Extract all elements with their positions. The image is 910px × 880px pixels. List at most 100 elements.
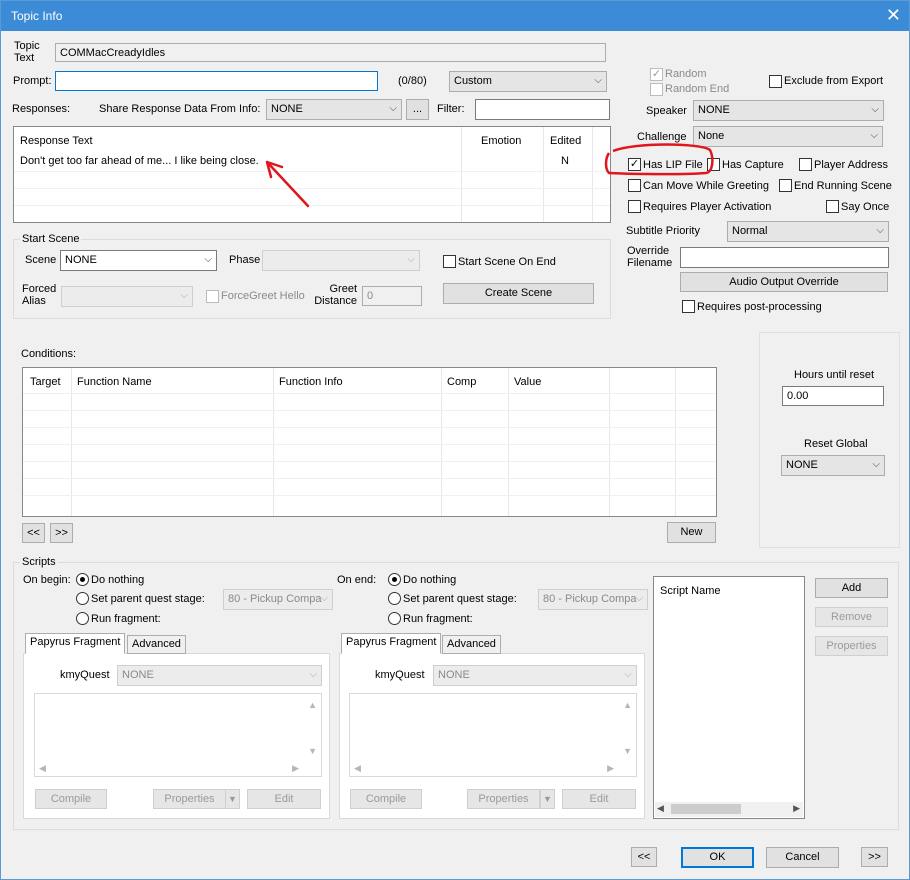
chevron-down-icon[interactable]: ▼ (540, 789, 555, 809)
script-list-scrollbar[interactable]: ◀ ▶ (655, 802, 803, 817)
cancel-button[interactable]: Cancel (766, 847, 839, 868)
end-tab-papyrus-fragment[interactable]: Papyrus Fragment (341, 633, 442, 654)
end-kmyquest-dropdown[interactable]: NONE ⌵ (433, 665, 637, 686)
conditions-new-button[interactable]: New (667, 522, 716, 543)
topic-text-field[interactable]: COMMacCreadyIdles (55, 43, 606, 62)
share-response-dropdown[interactable]: NONE ⌵ (266, 99, 402, 120)
responses-list[interactable]: Response Text Emotion Edited Don't get t… (13, 126, 611, 223)
random-end-checkbox[interactable] (650, 83, 663, 96)
scroll-up-icon[interactable]: ▲ (308, 700, 317, 710)
begin-tab-advanced[interactable]: Advanced (127, 635, 186, 654)
prompt-mode-dropdown[interactable]: Custom ⌵ (449, 71, 607, 92)
scroll-left-icon[interactable]: ◀ (354, 763, 361, 774)
chevron-down-icon: ⌵ (204, 254, 212, 265)
script-add-button[interactable]: Add (815, 578, 888, 598)
function-info-header[interactable]: Function Info (279, 376, 343, 389)
scroll-right-icon[interactable]: ▶ (793, 803, 800, 814)
comp-header[interactable]: Comp (447, 376, 476, 389)
begin-compile-button[interactable]: Compile (35, 789, 107, 809)
phase-dropdown[interactable]: ⌵ (262, 250, 420, 271)
edited-header[interactable]: Edited (550, 135, 581, 148)
close-icon[interactable]: ✕ (886, 5, 901, 25)
speaker-dropdown[interactable]: NONE ⌵ (693, 100, 884, 121)
end-running-scene-checkbox[interactable] (779, 179, 792, 192)
conditions-prev-button[interactable]: << (22, 523, 45, 543)
scroll-right-icon[interactable]: ▶ (292, 763, 299, 774)
scrollbar-thumb[interactable] (671, 804, 741, 814)
forced-alias-dropdown[interactable]: ⌵ (61, 286, 193, 307)
has-capture-checkbox[interactable] (707, 158, 720, 171)
scroll-left-icon[interactable]: ◀ (657, 803, 664, 814)
on-begin-do-nothing-radio[interactable] (76, 573, 89, 586)
scroll-down-icon[interactable]: ▼ (623, 746, 632, 756)
ok-button[interactable]: OK (681, 847, 754, 868)
filter-input[interactable] (475, 99, 610, 120)
begin-tab-papyrus-fragment[interactable]: Papyrus Fragment (25, 633, 126, 654)
has-lip-file-checkbox[interactable]: ✓ (628, 158, 641, 171)
emotion-header[interactable]: Emotion (481, 135, 521, 148)
on-begin-run-fragment-label: Run fragment: (91, 613, 161, 625)
begin-properties-button[interactable]: Properties (153, 789, 226, 809)
on-begin-run-fragment-radio[interactable] (76, 612, 89, 625)
on-begin-stage-dropdown[interactable]: 80 - Pickup Compa ⌵ (223, 589, 333, 610)
greet-distance-input[interactable]: 0 (362, 286, 422, 306)
end-edit-button[interactable]: Edit (562, 789, 636, 809)
audio-output-override-button[interactable]: Audio Output Override (680, 272, 888, 292)
on-end-do-nothing-radio[interactable] (388, 573, 401, 586)
script-list[interactable]: Script Name ◀ ▶ (653, 576, 805, 819)
share-response-browse-button[interactable]: ... (406, 99, 429, 120)
reset-global-dropdown[interactable]: NONE ⌵ (781, 455, 885, 476)
random-checkbox[interactable]: ✓ (650, 68, 663, 81)
requires-post-processing-checkbox[interactable] (682, 300, 695, 313)
footer-prev-button[interactable]: << (631, 847, 657, 867)
challenge-dropdown[interactable]: None ⌵ (693, 126, 883, 147)
scroll-left-icon[interactable]: ◀ (39, 763, 46, 774)
on-end-run-fragment-radio[interactable] (388, 612, 401, 625)
can-move-while-greeting-checkbox[interactable] (628, 179, 641, 192)
conditions-next-button[interactable]: >> (50, 523, 73, 543)
override-filename-input[interactable] (680, 247, 889, 268)
prompt-input[interactable] (55, 71, 378, 91)
begin-edit-button[interactable]: Edit (247, 789, 321, 809)
scroll-right-icon[interactable]: ▶ (607, 763, 614, 774)
script-properties-button[interactable]: Properties (815, 636, 888, 656)
say-once-checkbox[interactable] (826, 200, 839, 213)
script-remove-button[interactable]: Remove (815, 607, 888, 627)
response-text-header[interactable]: Response Text (20, 135, 93, 148)
random-label: Random (665, 68, 707, 80)
conditions-list[interactable]: Target Function Name Function Info Comp … (22, 367, 717, 517)
start-scene-on-end-checkbox[interactable] (443, 255, 456, 268)
begin-kmyquest-dropdown[interactable]: NONE ⌵ (117, 665, 322, 686)
end-fragment-editor[interactable]: ▲ ▼ ◀ ▶ (349, 693, 637, 777)
script-name-header[interactable]: Script Name (660, 585, 721, 598)
subtitle-priority-dropdown[interactable]: Normal ⌵ (727, 221, 889, 242)
end-properties-button[interactable]: Properties (467, 789, 540, 809)
reset-global-label: Reset Global (804, 438, 868, 450)
table-row[interactable]: Don't get too far ahead of me... I like … (14, 151, 610, 171)
on-begin-set-stage-radio[interactable] (76, 592, 89, 605)
requires-player-activation-checkbox[interactable] (628, 200, 641, 213)
function-name-header[interactable]: Function Name (77, 376, 152, 389)
scroll-up-icon[interactable]: ▲ (623, 700, 632, 710)
scene-dropdown[interactable]: NONE ⌵ (60, 250, 217, 271)
scroll-down-icon[interactable]: ▼ (308, 746, 317, 756)
force-greet-hello-checkbox[interactable] (206, 290, 219, 303)
value-header[interactable]: Value (514, 376, 541, 389)
requires-player-activation-label: Requires Player Activation (643, 201, 772, 213)
create-scene-button[interactable]: Create Scene (443, 283, 594, 304)
exclude-from-export-checkbox[interactable] (769, 75, 782, 88)
row-divider (14, 188, 610, 189)
target-header[interactable]: Target (30, 376, 61, 389)
on-end-stage-dropdown[interactable]: 80 - Pickup Compa ⌵ (538, 589, 648, 610)
on-end-do-nothing-label: Do nothing (403, 574, 457, 586)
end-tab-advanced[interactable]: Advanced (442, 635, 501, 654)
column-divider (461, 127, 462, 222)
footer-next-button[interactable]: >> (861, 847, 888, 867)
hours-until-reset-input[interactable]: 0.00 (782, 386, 884, 406)
edited-cell: N (561, 155, 569, 167)
chevron-down-icon[interactable]: ▼ (225, 789, 240, 809)
player-address-checkbox[interactable] (799, 158, 812, 171)
end-compile-button[interactable]: Compile (350, 789, 422, 809)
on-end-set-stage-radio[interactable] (388, 592, 401, 605)
begin-fragment-editor[interactable]: ▲ ▼ ◀ ▶ (34, 693, 322, 777)
